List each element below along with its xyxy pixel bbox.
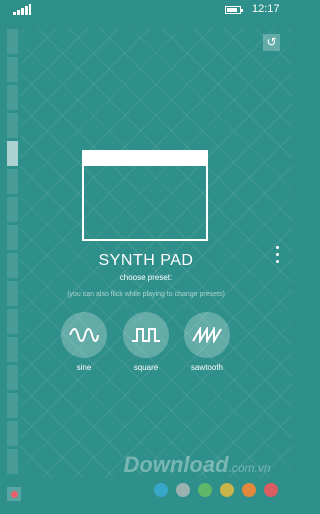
status-time: 12:17: [252, 3, 280, 15]
keyboard-key[interactable]: [7, 309, 18, 334]
preset-label: sine: [76, 363, 92, 372]
color-dot[interactable]: [242, 483, 256, 497]
signal-bars-icon: [13, 4, 31, 15]
preset-sine-button[interactable]: sine: [61, 312, 107, 372]
color-dot[interactable]: [264, 483, 278, 497]
record-icon[interactable]: [7, 487, 21, 501]
preset-label: square: [133, 363, 159, 372]
keyboard-key[interactable]: [7, 337, 18, 362]
keyboard-key[interactable]: [7, 225, 18, 250]
undo-icon[interactable]: ↺: [263, 34, 280, 51]
battery-icon: [225, 6, 243, 14]
keyboard-key[interactable]: [7, 29, 18, 54]
keyboard-key[interactable]: [7, 57, 18, 82]
preset-preview: [82, 150, 208, 241]
color-dot[interactable]: [198, 483, 212, 497]
color-dot[interactable]: [154, 483, 168, 497]
keyboard-key[interactable]: [7, 421, 18, 446]
keyboard-key[interactable]: [7, 169, 18, 194]
keyboard-key[interactable]: [7, 393, 18, 418]
keyboard-key[interactable]: [7, 449, 18, 474]
preset-square-button[interactable]: square: [123, 312, 169, 372]
watermark-text: Download: [123, 452, 229, 477]
watermark: Download.com.vn: [108, 452, 286, 478]
keyboard-key[interactable]: [7, 85, 18, 110]
keyboard-key[interactable]: [7, 141, 18, 166]
keyboard-key[interactable]: [7, 197, 18, 222]
sine-wave-icon: [61, 312, 107, 358]
sawtooth-wave-icon: [184, 312, 230, 358]
choose-preset-label: choose preset:: [119, 273, 173, 282]
preset-sawtooth-button[interactable]: sawtooth: [184, 312, 230, 372]
keyboard-key[interactable]: [7, 113, 18, 138]
preset-label: sawtooth: [190, 363, 224, 372]
app-title: SYNTH PAD: [98, 252, 194, 269]
watermark-suffix: .com.vn: [228, 461, 271, 475]
flick-hint: (you can also flick while playing to cha…: [67, 291, 225, 298]
status-bar: 12:17: [0, 0, 292, 20]
color-dot[interactable]: [220, 483, 234, 497]
color-dot[interactable]: [176, 483, 190, 497]
square-wave-icon: [123, 312, 169, 358]
keyboard-key[interactable]: [7, 365, 18, 390]
